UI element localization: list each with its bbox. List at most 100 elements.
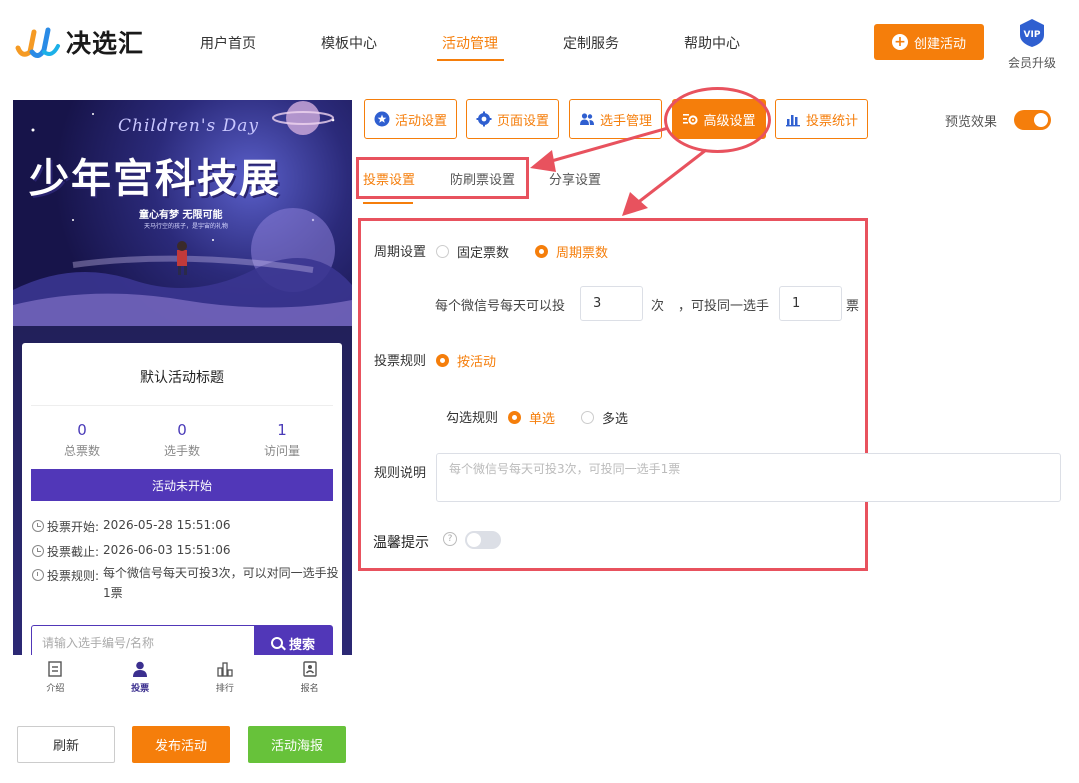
nav-home[interactable]: 用户首页 <box>200 33 321 61</box>
nav-help[interactable]: 帮助中心 <box>684 33 805 61</box>
tab-label: 活动设置 <box>394 113 447 129</box>
radio-label: 固定票数 <box>457 246 510 261</box>
radio-label: 单选 <box>529 412 556 427</box>
radio-circle-icon <box>436 245 449 258</box>
brand-logo[interactable]: 决选汇 <box>14 22 144 62</box>
highlight-form-box <box>358 218 868 571</box>
tip-label: 温馨提示 <box>373 535 429 551</box>
bar-chart-icon <box>785 115 800 127</box>
radio-checked-icon <box>508 411 521 424</box>
tab-label: 报名 <box>300 684 319 694</box>
stat-contestants: 0 选手数 <box>132 421 232 459</box>
stat-label: 总票数 <box>63 444 100 458</box>
vote-start-label: 投票开始: <box>47 520 100 534</box>
vote-rule-line: 投票规则: 每个微信号每天可投3次，可以对同一选手投1票 <box>32 566 339 603</box>
tab-label: 排行 <box>215 684 234 694</box>
clock-icon <box>32 520 44 532</box>
create-activity-label: 创建活动 <box>913 36 966 52</box>
ranking-icon <box>217 662 233 677</box>
radio-label: 周期票数 <box>556 246 609 261</box>
brand-name: 决选汇 <box>66 29 145 58</box>
banner-slogan-small: 天马行空的孩子，是宇宙的礼物 <box>144 223 229 230</box>
tab-activity-settings[interactable]: 活动设置 <box>364 99 457 139</box>
tab-vote-statistics[interactable]: 投票统计 <box>775 99 868 139</box>
radio-multi-select[interactable]: 多选 <box>581 408 628 427</box>
subtab-share-settings[interactable]: 分享设置 <box>549 169 601 188</box>
activity-status-bar: 活动未开始 <box>31 469 333 501</box>
vip-badge-icon: VIP <box>1020 19 1044 47</box>
create-activity-button[interactable]: + 创建活动 <box>874 24 984 60</box>
star-circle-icon <box>374 111 390 127</box>
highlight-advanced-ellipse <box>664 87 771 153</box>
users-icon <box>579 113 594 125</box>
badge-icon <box>302 661 317 677</box>
same-contestant-votes-input[interactable] <box>779 286 842 321</box>
activity-poster-button[interactable]: 活动海报 <box>248 726 346 763</box>
activity-title: 默认活动标题 <box>140 370 224 386</box>
tab-contestant-management[interactable]: 选手管理 <box>569 99 662 139</box>
nav-custom-service[interactable]: 定制服务 <box>563 33 684 61</box>
publish-activity-button[interactable]: 发布活动 <box>132 726 230 763</box>
radio-label: 多选 <box>602 412 629 427</box>
stat-value: 0 <box>177 421 187 439</box>
tab-page-settings[interactable]: 页面设置 <box>466 99 559 139</box>
activity-banner: Children's Day 少年宫科技展 童心有梦 无限可能 天马行空的孩子，… <box>13 100 352 326</box>
highlight-subtabs-box <box>356 157 529 199</box>
radio-single-select[interactable]: 单选 <box>508 408 555 427</box>
stat-label: 访问量 <box>263 444 300 458</box>
refresh-button[interactable]: 刷新 <box>17 726 115 763</box>
vip-upgrade[interactable]: VIP 会员升级 <box>1004 18 1060 71</box>
vote-end-time: 2026-06-03 15:51:06 <box>103 543 231 557</box>
select-rule-label: 勾选规则 <box>446 411 499 426</box>
radio-checked-icon <box>535 245 548 258</box>
tab-label: 选手管理 <box>599 113 652 129</box>
nav-templates[interactable]: 模板中心 <box>321 33 442 61</box>
radio-cycle-votes[interactable]: 周期票数 <box>535 242 608 261</box>
document-icon <box>48 661 63 677</box>
gear-icon <box>476 111 492 127</box>
main-nav: 用户首页 模板中心 活动管理 定制服务 帮助中心 <box>200 33 805 61</box>
tab-ranking[interactable]: 排行 <box>183 655 268 704</box>
radio-fixed-votes[interactable]: 固定票数 <box>436 242 509 261</box>
tab-label: 投票统计 <box>805 113 858 129</box>
tip-toggle[interactable] <box>465 531 501 549</box>
tab-vote[interactable]: 投票 <box>98 655 183 704</box>
cycle-settings-label: 周期设置 <box>374 245 427 260</box>
tab-intro[interactable]: 介绍 <box>13 655 98 704</box>
vote-rule-label: 投票规则 <box>374 354 427 369</box>
rule-description-label: 规则说明 <box>374 466 427 481</box>
radio-circle-icon <box>581 411 594 424</box>
plus-icon: + <box>891 34 908 50</box>
vote-rule-text: 每个微信号每天可投3次，可以对同一选手投1票 <box>103 566 339 600</box>
search-icon <box>270 637 283 649</box>
mobile-preview: Children's Day 少年宫科技展 童心有梦 无限可能 天马行空的孩子，… <box>13 100 352 704</box>
banner-subtitle: Children's Day <box>118 116 260 136</box>
per-day-votes-input[interactable] <box>580 286 643 321</box>
stat-total-votes: 0 总票数 <box>32 421 132 459</box>
user-icon <box>133 661 148 677</box>
radio-by-activity[interactable]: 按活动 <box>436 351 496 370</box>
per-day-label: 每个微信号每天可以投 <box>435 299 566 314</box>
tab-signup[interactable]: 报名 <box>267 655 352 704</box>
same-contestant-unit: 票 <box>846 299 860 314</box>
stat-visits: 1 访问量 <box>232 421 332 459</box>
vote-end-label: 投票截止: <box>47 545 100 559</box>
tab-label: 介绍 <box>46 684 65 694</box>
radio-label: 按活动 <box>457 355 497 370</box>
tab-label: 投票 <box>131 684 150 694</box>
stat-value: 0 <box>77 421 87 439</box>
help-circle-icon[interactable]: ? <box>443 532 457 546</box>
mobile-tabbar: 介绍 投票 排行 报名 <box>13 655 352 704</box>
vip-label: 会员升级 <box>1007 56 1056 70</box>
brand-mark-icon <box>15 27 60 58</box>
info-icon <box>32 569 44 581</box>
vote-end-line: 投票截止: 2026-06-03 15:51:06 <box>32 543 231 560</box>
search-label: 搜索 <box>288 637 315 653</box>
rule-description-textarea[interactable] <box>436 453 1061 502</box>
radio-checked-icon <box>436 354 449 367</box>
nav-activity-management[interactable]: 活动管理 <box>437 33 563 61</box>
preview-toggle[interactable] <box>1014 110 1051 130</box>
preview-label: 预览效果 <box>945 115 998 130</box>
vote-start-time: 2026-05-28 15:51:06 <box>103 518 231 532</box>
vip-badge-text: VIP <box>1024 30 1041 40</box>
